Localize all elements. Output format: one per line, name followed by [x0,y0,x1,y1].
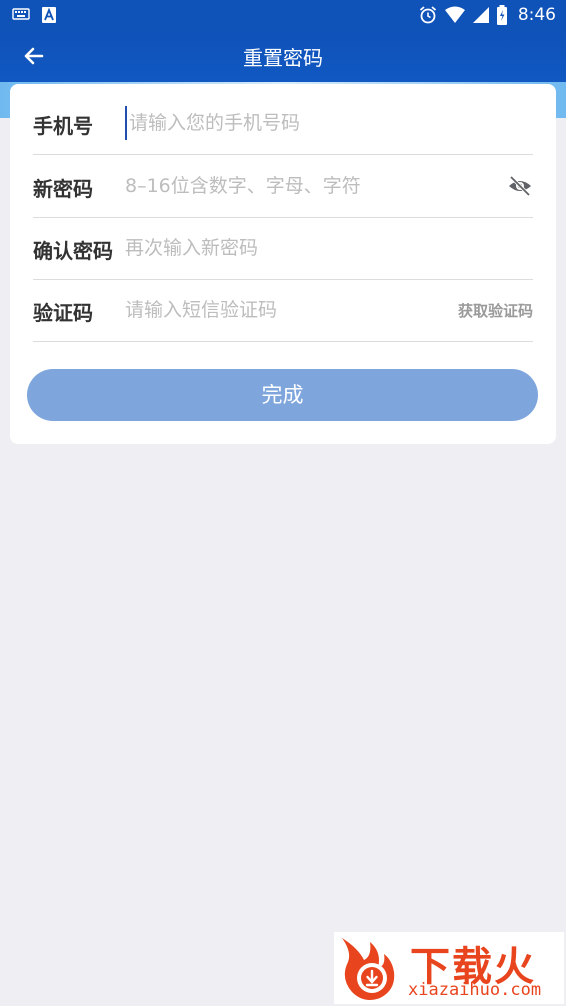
watermark: 下载火 xiazaihuo.com [334,932,564,1004]
verification-code-row: 验证码 获取验证码 [33,279,533,342]
submit-button[interactable]: 完成 [27,369,538,421]
verification-code-input[interactable] [125,293,425,327]
phone-label: 手机号 [33,114,93,138]
status-bar: 8:46 [0,0,566,30]
watermark-domain: xiazaihuo.com [408,980,542,1000]
page-title: 重置密码 [243,46,323,70]
keyboard-icon [12,8,30,20]
eye-off-icon[interactable] [507,173,533,199]
alarm-icon [419,6,436,24]
new-password-row: 新密码 [33,155,533,218]
reset-password-form: 手机号 新密码 确认密码 验证码 获取验证码 完成 [10,84,556,444]
confirm-password-input[interactable] [125,231,485,265]
app-a-icon [42,7,56,23]
phone-input[interactable] [125,106,489,140]
wifi-icon [444,6,465,23]
confirm-password-label: 确认密码 [33,239,113,263]
new-password-input[interactable] [125,169,485,203]
status-icons: 8:46 [418,4,556,26]
get-code-button[interactable]: 获取验证码 [458,300,533,321]
status-time: 8:46 [517,5,556,25]
header-bar: 重置密码 [0,30,566,82]
signal-icon [472,7,489,23]
flame-logo-icon [342,938,395,1000]
phone-row: 手机号 [33,92,533,155]
battery-icon [496,5,507,25]
new-password-label: 新密码 [33,177,93,201]
verification-code-label: 验证码 [33,301,93,325]
confirm-password-row: 确认密码 [33,217,533,280]
